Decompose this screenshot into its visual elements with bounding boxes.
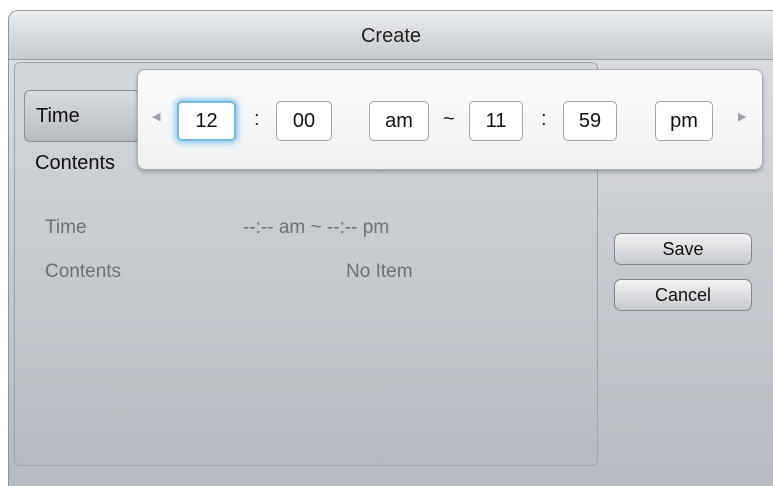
contents-row-value: No Item: [346, 261, 413, 282]
cancel-button[interactable]: Cancel: [614, 279, 752, 311]
left-arrow-icon[interactable]: ◀: [152, 110, 160, 123]
end-hour-field[interactable]: 11: [469, 101, 523, 141]
start-minute-field[interactable]: 00: [276, 101, 332, 141]
time-row-label: Time: [45, 217, 87, 238]
end-period-field[interactable]: pm: [655, 101, 713, 141]
menu-item-contents[interactable]: Contents: [35, 152, 115, 175]
range-separator: ~: [443, 108, 455, 130]
start-hour-field[interactable]: 12: [177, 101, 236, 141]
start-time-colon: :: [254, 108, 260, 130]
menu-item-time-label: Time: [36, 105, 80, 127]
save-button[interactable]: Save: [614, 233, 752, 265]
time-picker-popup: ◀ 12 : 00 am ~ 11 : 59 pm ▶: [137, 69, 763, 170]
end-time-colon: :: [541, 108, 547, 130]
right-arrow-icon[interactable]: ▶: [738, 110, 746, 123]
start-period-field[interactable]: am: [369, 101, 429, 141]
end-minute-field[interactable]: 59: [563, 101, 617, 141]
menu-item-time[interactable]: Time: [24, 90, 140, 142]
contents-row-label: Contents: [45, 261, 122, 282]
time-row-value: --:-- am ~ --:-- pm: [243, 217, 390, 238]
dialog-title: Create: [360, 25, 422, 47]
